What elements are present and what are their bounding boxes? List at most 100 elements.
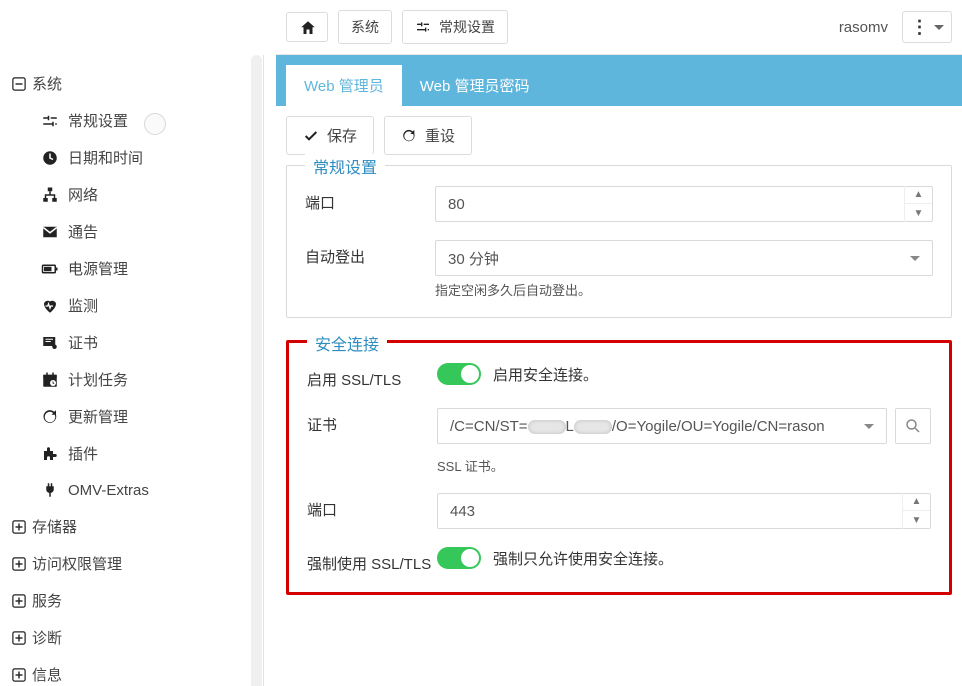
sidebar-item-label: 网络 — [68, 184, 98, 205]
battery-icon — [40, 259, 60, 279]
port-input-wrapper: ▲ ▼ — [435, 186, 933, 222]
sidebar-item-diagnostics[interactable]: 诊断 — [0, 619, 263, 656]
timeout-select[interactable]: 30 分钟 — [435, 240, 933, 276]
row-port: 端口 ▲ ▼ — [305, 186, 933, 222]
refresh-icon — [401, 128, 417, 144]
breadcrumb-general-button[interactable]: 常规设置 — [402, 10, 508, 44]
sidebar-item-general[interactable]: 常规设置 — [0, 102, 263, 139]
sidebar-item-monitoring[interactable]: 监测 — [0, 287, 263, 324]
tab-web-admin-password[interactable]: Web 管理员密码 — [402, 65, 548, 106]
sidebar-item-network[interactable]: 网络 — [0, 176, 263, 213]
sidebar-item-label: 插件 — [68, 443, 98, 464]
port-step-up[interactable]: ▲ — [905, 186, 932, 204]
search-icon — [904, 417, 922, 435]
user-area: rasomv ⋮ — [839, 11, 952, 43]
check-icon — [303, 128, 319, 144]
expand-icon[interactable] — [12, 631, 26, 645]
force-ssl-toggle[interactable] — [437, 547, 481, 569]
force-ssl-label: 强制使用 SSL/TLS — [307, 547, 437, 574]
fieldset-secure: 安全连接 启用 SSL/TLS 启用安全连接。 证书 /C=CN/ST=L/O=… — [286, 340, 952, 595]
sidebar-item-label: OMV-Extras — [68, 482, 149, 499]
sidebar-item-label: 更新管理 — [68, 406, 128, 427]
expand-icon[interactable] — [12, 520, 26, 534]
port-step-down[interactable]: ▼ — [905, 204, 932, 222]
row-ssl-port: 端口 ▲ ▼ — [307, 493, 931, 529]
cert-select[interactable]: /C=CN/ST=L/O=Yogile/OU=Yogile/CN=rason — [437, 408, 887, 444]
breadcrumb-general-label: 常规设置 — [439, 17, 495, 37]
calendar-icon — [40, 370, 60, 390]
sidebar-item-label: 计划任务 — [68, 369, 128, 390]
port-label: 端口 — [305, 186, 435, 213]
refresh-icon — [40, 407, 60, 427]
clock-icon — [40, 148, 60, 168]
username-label: rasomv — [839, 19, 888, 36]
timeout-value: 30 分钟 — [448, 248, 499, 269]
sliders-icon — [40, 111, 60, 131]
ssl-port-label: 端口 — [307, 493, 437, 520]
fieldset-general: 常规设置 端口 ▲ ▼ 自动登出 30 分钟 — [286, 165, 952, 318]
sidebar-item-label: 常规设置 — [68, 110, 128, 131]
sidebar-item-certs[interactable]: 证书 — [0, 324, 263, 361]
tab-web-admin[interactable]: Web 管理员 — [286, 65, 402, 106]
sidebar-item-power[interactable]: 电源管理 — [0, 250, 263, 287]
reset-button[interactable]: 重设 — [384, 116, 472, 155]
sidebar-item-omv-extras[interactable]: OMV-Extras — [0, 472, 263, 508]
tab-label: Web 管理员密码 — [420, 78, 530, 95]
plug-icon — [40, 480, 60, 500]
chevron-down-icon — [910, 256, 920, 261]
expand-icon[interactable] — [12, 557, 26, 571]
sidebar-item-info[interactable]: 信息 — [0, 656, 263, 686]
breadcrumb-system-button[interactable]: 系统 — [338, 10, 392, 44]
home-button[interactable] — [286, 12, 328, 42]
enable-ssl-toggle[interactable] — [437, 363, 481, 385]
sidebar-item-storage[interactable]: 存储器 — [0, 508, 263, 545]
sidebar-item-schedule[interactable]: 计划任务 — [0, 361, 263, 398]
chevron-down-icon — [934, 25, 944, 30]
ssl-port-input[interactable] — [438, 503, 902, 520]
sidebar-item-label: 系统 — [32, 73, 62, 94]
ssl-port-step-up[interactable]: ▲ — [903, 493, 930, 511]
collapse-icon[interactable] — [12, 77, 26, 91]
sidebar-item-datetime[interactable]: 日期和时间 — [0, 139, 263, 176]
home-icon — [299, 19, 315, 35]
sidebar-item-services[interactable]: 服务 — [0, 582, 263, 619]
cert-value: /C=CN/ST=L/O=Yogile/OU=Yogile/CN=rason — [450, 418, 825, 435]
port-input[interactable] — [436, 196, 904, 213]
sidebar-item-label: 监测 — [68, 295, 98, 316]
breadcrumb-system-label: 系统 — [351, 17, 379, 37]
cert-help: SSL 证书。 — [437, 456, 931, 475]
sidebar-item-label: 通告 — [68, 221, 98, 242]
sidebar-item-label: 日期和时间 — [68, 147, 143, 168]
sidebar-item-update[interactable]: 更新管理 — [0, 398, 263, 435]
sidebar-item-label: 证书 — [68, 332, 98, 353]
expand-icon[interactable] — [12, 668, 26, 682]
cert-search-button[interactable] — [895, 408, 931, 444]
user-menu-button[interactable]: ⋮ — [902, 11, 952, 43]
masked-text — [574, 420, 612, 434]
sidebar-item-access[interactable]: 访问权限管理 — [0, 545, 263, 582]
sidebar-item-label: 电源管理 — [68, 258, 128, 279]
timeout-label: 自动登出 — [305, 240, 435, 267]
timeout-help: 指定空闲多久后自动登出。 — [435, 280, 933, 299]
ssl-port-step-down[interactable]: ▼ — [903, 511, 930, 529]
puzzle-icon — [40, 444, 60, 464]
chevron-down-icon — [864, 424, 874, 429]
expand-icon[interactable] — [12, 594, 26, 608]
tabbar: Web 管理员 Web 管理员密码 — [276, 55, 962, 106]
sidebar-item-system[interactable]: 系统 — [0, 65, 263, 102]
sidebar-item-label: 诊断 — [32, 627, 62, 648]
sidebar: 系统 常规设置 日期和时间 网络 通告 电源管理 监测 证书 计划任务 更新管理… — [0, 55, 264, 686]
content-area: Web 管理员 Web 管理员密码 保存 重设 常规设置 端口 — [276, 55, 962, 686]
certificate-icon — [40, 333, 60, 353]
sidebar-item-plugins[interactable]: 插件 — [0, 435, 263, 472]
sliders-icon — [415, 19, 431, 35]
sidebar-item-label: 服务 — [32, 590, 62, 611]
sidebar-item-notification[interactable]: 通告 — [0, 213, 263, 250]
loading-indicator — [144, 113, 166, 135]
topbar: 系统 常规设置 rasomv ⋮ — [276, 0, 962, 55]
save-button[interactable]: 保存 — [286, 116, 374, 155]
sidebar-item-label: 信息 — [32, 664, 62, 685]
row-enable-ssl: 启用 SSL/TLS 启用安全连接。 — [307, 363, 931, 390]
enable-ssl-help: 启用安全连接。 — [493, 364, 598, 385]
row-forcessl-force: 强制使用 SSL/TLS 强制只允许使用安全连接。 — [307, 547, 931, 574]
